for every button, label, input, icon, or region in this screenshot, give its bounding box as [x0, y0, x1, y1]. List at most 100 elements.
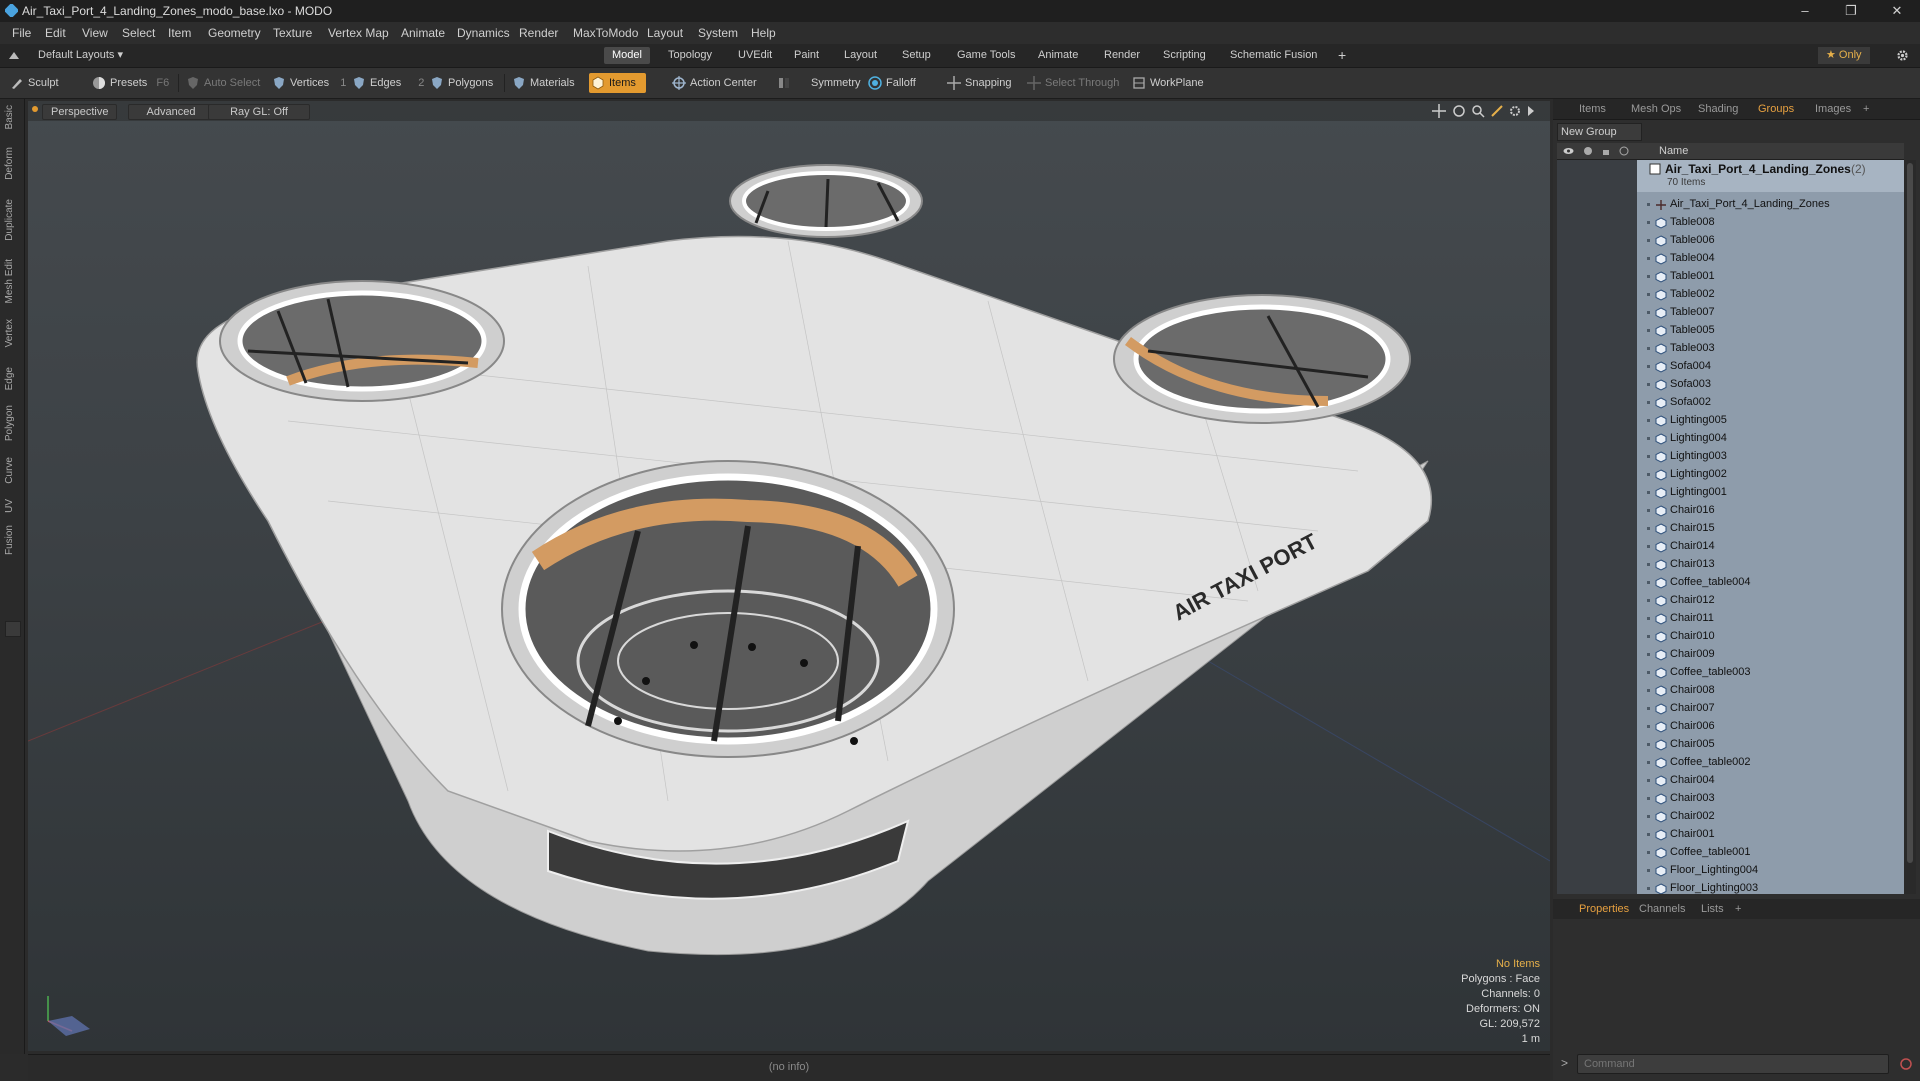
- list-item[interactable]: Table003: [1637, 340, 1904, 358]
- list-item[interactable]: Sofa003: [1637, 376, 1904, 394]
- command-field[interactable]: [1577, 1054, 1889, 1074]
- list-item[interactable]: Coffee_table001: [1637, 844, 1904, 862]
- tab-properties[interactable]: Properties: [1579, 903, 1629, 915]
- vtab-uv[interactable]: UV: [4, 499, 15, 513]
- list-item[interactable]: Table005: [1637, 322, 1904, 340]
- list-item[interactable]: Coffee_table002: [1637, 754, 1904, 772]
- list-item[interactable]: Chair010: [1637, 628, 1904, 646]
- list-item[interactable]: Table006: [1637, 232, 1904, 250]
- list-item[interactable]: Lighting002: [1637, 466, 1904, 484]
- list-item[interactable]: Table002: [1637, 286, 1904, 304]
- tab-scripting[interactable]: Scripting: [1155, 47, 1214, 64]
- lock-icon[interactable]: [1601, 146, 1611, 156]
- raygl-button[interactable]: Ray GL: Off: [208, 104, 310, 120]
- vtab-polygon[interactable]: Polygon: [4, 405, 15, 441]
- list-item[interactable]: Sofa004: [1637, 358, 1904, 376]
- tab-mesh-ops[interactable]: Mesh Ops: [1631, 103, 1681, 115]
- name-column-header[interactable]: Name: [1659, 145, 1688, 157]
- list-item[interactable]: Chair001: [1637, 826, 1904, 844]
- menu-system[interactable]: System: [698, 26, 738, 40]
- tab-animate[interactable]: Animate: [1030, 47, 1086, 64]
- list-item[interactable]: Lighting001: [1637, 484, 1904, 502]
- list-item[interactable]: Floor_Lighting003: [1637, 880, 1904, 894]
- menu-animate[interactable]: Animate: [401, 26, 445, 40]
- select-icon[interactable]: [1619, 146, 1629, 156]
- list-item[interactable]: Lighting005: [1637, 412, 1904, 430]
- menu-render[interactable]: Render: [519, 26, 558, 40]
- view-type-button[interactable]: Perspective: [42, 104, 118, 120]
- list-item[interactable]: Lighting003: [1637, 448, 1904, 466]
- list-item[interactable]: Lighting004: [1637, 430, 1904, 448]
- symmetry-button[interactable]: Symmetry: [775, 73, 861, 93]
- vtab-mesh-edit[interactable]: Mesh Edit: [4, 259, 15, 303]
- list-item[interactable]: Coffee_table003: [1637, 664, 1904, 682]
- menu-view[interactable]: View: [82, 26, 108, 40]
- list-item[interactable]: Air_Taxi_Port_4_Landing_Zones: [1637, 196, 1904, 214]
- items-button[interactable]: Items: [589, 73, 646, 93]
- group-row[interactable]: Air_Taxi_Port_4_Landing_Zones (2) 70 Ite…: [1637, 160, 1904, 192]
- tab-shading[interactable]: Shading: [1698, 103, 1738, 115]
- list-item[interactable]: Chair002: [1637, 808, 1904, 826]
- tab-model[interactable]: Model: [604, 47, 650, 64]
- list-item[interactable]: Table008: [1637, 214, 1904, 232]
- gear-icon[interactable]: [1896, 49, 1909, 62]
- tab-lists[interactable]: Lists: [1701, 903, 1724, 915]
- vtab-curve[interactable]: Curve: [4, 457, 15, 484]
- tab-uvedit[interactable]: UVEdit: [730, 47, 780, 64]
- groups-list[interactable]: Air_Taxi_Port_4_Landing_Zones (2) 70 Ite…: [1557, 160, 1904, 894]
- select-through-button[interactable]: Select Through: [1025, 73, 1119, 93]
- add-bottom-tab-button[interactable]: +: [1735, 903, 1741, 915]
- scrollbar-thumb[interactable]: [1907, 163, 1913, 863]
- tab-render[interactable]: Render: [1096, 47, 1148, 64]
- render-icon[interactable]: [1583, 146, 1593, 156]
- tab-schematic-fusion[interactable]: Schematic Fusion: [1222, 47, 1325, 64]
- maximize-button[interactable]: ❐: [1828, 0, 1874, 22]
- list-item[interactable]: Chair009: [1637, 646, 1904, 664]
- visibility-eye-icon[interactable]: [1563, 146, 1574, 156]
- menu-select[interactable]: Select: [122, 26, 155, 40]
- action-center-button[interactable]: Action Center: [670, 73, 757, 93]
- edges-button[interactable]: Edges 2: [350, 73, 424, 93]
- move-view-icon[interactable]: [1432, 104, 1446, 118]
- menu-file[interactable]: File: [12, 26, 31, 40]
- menu-maxtomodo[interactable]: MaxToModo: [573, 26, 638, 40]
- list-item[interactable]: Chair016: [1637, 502, 1904, 520]
- zoom-view-icon[interactable]: [1471, 104, 1485, 118]
- only-toggle[interactable]: ★ Only: [1818, 47, 1870, 64]
- menu-item[interactable]: Item: [168, 26, 191, 40]
- list-item[interactable]: Coffee_table004: [1637, 574, 1904, 592]
- list-item[interactable]: Chair008: [1637, 682, 1904, 700]
- tab-items[interactable]: Items: [1579, 103, 1606, 115]
- add-panel-tab-button[interactable]: +: [1863, 103, 1869, 115]
- list-item[interactable]: Chair003: [1637, 790, 1904, 808]
- list-item[interactable]: Table001: [1637, 268, 1904, 286]
- vtab-vertex[interactable]: Vertex: [4, 319, 15, 347]
- list-item[interactable]: Floor_Lighting004: [1637, 862, 1904, 880]
- list-item[interactable]: Chair004: [1637, 772, 1904, 790]
- add-tab-button[interactable]: +: [1330, 47, 1354, 64]
- vtab-basic[interactable]: Basic: [4, 105, 15, 129]
- sculpt-button[interactable]: Sculpt: [8, 73, 59, 93]
- vtab-duplicate[interactable]: Duplicate: [4, 199, 15, 241]
- list-item[interactable]: Chair012: [1637, 592, 1904, 610]
- menu-help[interactable]: Help: [751, 26, 776, 40]
- tab-groups[interactable]: Groups: [1758, 103, 1794, 115]
- tab-images[interactable]: Images: [1815, 103, 1851, 115]
- tab-setup[interactable]: Setup: [894, 47, 939, 64]
- list-item[interactable]: Chair013: [1637, 556, 1904, 574]
- viewport-expand-arrow-icon[interactable]: [1526, 104, 1536, 118]
- vtab-fusion[interactable]: Fusion: [4, 525, 15, 555]
- list-item[interactable]: Chair005: [1637, 736, 1904, 754]
- minimize-button[interactable]: –: [1782, 0, 1828, 22]
- menu-edit[interactable]: Edit: [45, 26, 66, 40]
- tab-paint[interactable]: Paint: [786, 47, 827, 64]
- menu-dynamics[interactable]: Dynamics: [457, 26, 510, 40]
- command-record-icon[interactable]: [1899, 1057, 1913, 1071]
- tab-topology[interactable]: Topology: [660, 47, 720, 64]
- 3d-viewport[interactable]: AIR TAXI PORT Perspective Advanced Ray G…: [28, 101, 1550, 1051]
- materials-button[interactable]: Materials: [510, 73, 575, 93]
- list-item[interactable]: Chair014: [1637, 538, 1904, 556]
- list-item[interactable]: Table004: [1637, 250, 1904, 268]
- layout-menu-icon[interactable]: [8, 49, 20, 61]
- list-item[interactable]: Chair015: [1637, 520, 1904, 538]
